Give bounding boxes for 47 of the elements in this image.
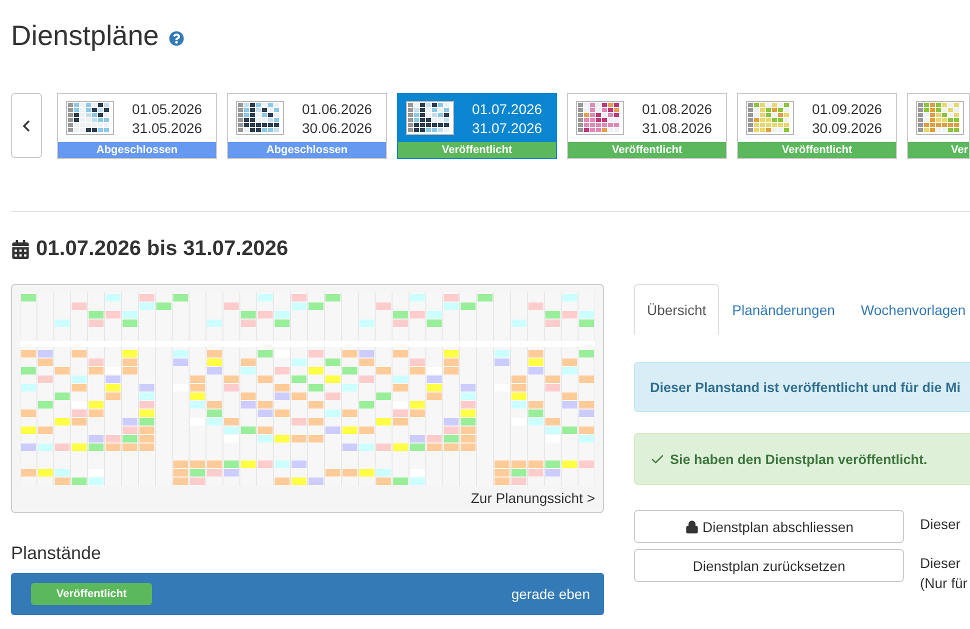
previous-button[interactable] (11, 93, 42, 158)
lock-button[interactable]: Dienstplan abschliessen (634, 510, 904, 543)
page-title: Dienstpläne (11, 20, 159, 52)
lock-icon (684, 520, 698, 534)
status-badge: Veröffentlicht (31, 583, 152, 605)
end-date: 30.06.2026 (302, 120, 372, 136)
plan-card[interactable]: 01.06.2026 30.06.2026 Abgeschlossen (227, 93, 387, 159)
status-label: Ver (908, 142, 969, 158)
action-description: Dieser (920, 515, 960, 534)
start-date: 01.09.2026 (812, 100, 882, 116)
alert-text: Sie haben den Dienstplan veröffentlicht. (670, 452, 928, 466)
start-date: 01.05.2026 (132, 100, 202, 116)
schedule-thumbnail-drawing (406, 101, 454, 135)
plan-card[interactable]: 01.07.2026 31.07.2026 Veröffentlicht (397, 93, 557, 159)
date-range-heading: 01.07.2026 bis 31.07.2026 (36, 237, 288, 261)
reset-button[interactable]: Dienstplan zurücksetzen (634, 549, 904, 582)
calendar-icon (11, 240, 30, 258)
alert-text: Dieser Planstand ist veröffentlicht und für die Mi (650, 380, 961, 394)
chevron-left-icon (23, 120, 30, 132)
planning-view-link[interactable]: Zur Planungssicht > (470, 490, 595, 506)
section-title: Planstände (11, 543, 102, 564)
schedule-thumbnail-drawing (916, 101, 964, 135)
action-description: Dieser (920, 554, 962, 573)
schedule-thumbnail-drawing (746, 101, 794, 135)
schedule-thumbnail-drawing (576, 101, 624, 135)
start-date: 01.07.2026 (472, 100, 542, 116)
status-label: Veröffentlicht (738, 142, 896, 158)
status-label: Abgeschlossen (58, 142, 216, 158)
plan-card[interactable]: 01.09.2026 30.09.2026 Veröffentlicht (737, 93, 897, 159)
help-icon[interactable] (168, 30, 184, 46)
version-time: gerade eben (511, 586, 590, 602)
start-date: 01.06.2026 (302, 100, 372, 116)
version-bar[interactable]: Veröffentlicht gerade eben (11, 573, 604, 615)
end-date: 31.08.2026 (642, 120, 712, 136)
status-label: Veröffentlicht (568, 142, 726, 158)
status-label: Abgeschlossen (228, 142, 386, 158)
start-date: 01.08.2026 (642, 100, 712, 116)
end-date: 31.05.2026 (132, 120, 202, 136)
action-description: (Nur für (920, 574, 968, 593)
plan-card[interactable]: 01.05.2026 31.05.2026 Abgeschlossen (57, 93, 217, 159)
schedule-thumbnail-drawing (236, 101, 284, 135)
tab[interactable]: Übersicht (634, 284, 720, 335)
plan-card[interactable]: 01.08.2026 31.08.2026 Veröffentlicht (567, 93, 727, 159)
status-label: Veröffentlicht (398, 142, 556, 158)
schedule-thumbnail-drawing (66, 101, 114, 135)
end-date: 31.07.2026 (472, 120, 542, 136)
end-date: 30.09.2026 (812, 120, 882, 136)
